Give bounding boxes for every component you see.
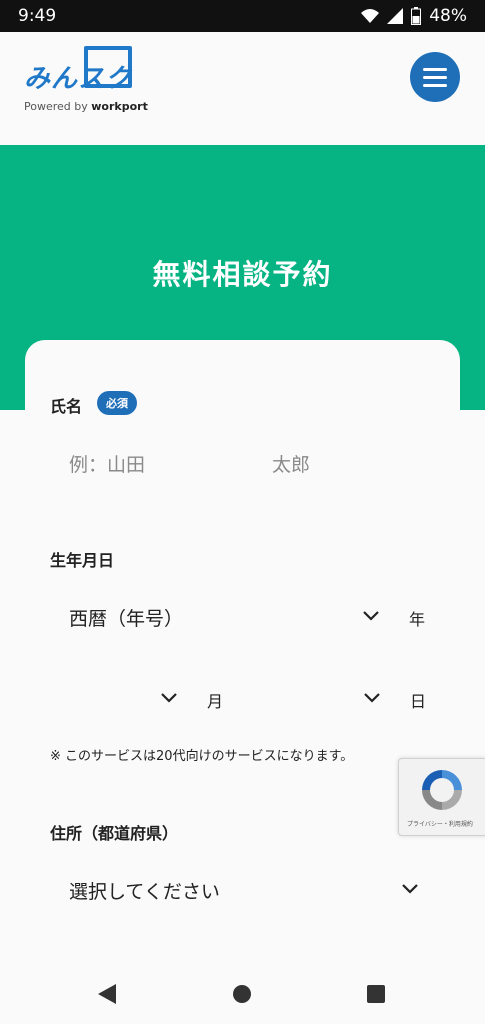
chevron-down-icon[interactable]: [161, 693, 177, 703]
month-unit-label: 月: [207, 692, 224, 711]
recent-apps-icon[interactable]: [367, 985, 385, 1003]
logo-subtitle: Powered by workport: [24, 100, 148, 113]
site-header: みんスク Powered by workport: [0, 32, 485, 145]
age-note: ※ このサービスは20代向けのサービスになります。: [50, 749, 354, 764]
required-badge: 必須: [97, 391, 137, 415]
cell-signal-icon: [387, 8, 404, 24]
battery-icon: [411, 7, 422, 25]
home-icon[interactable]: [233, 985, 251, 1003]
name-label: 氏名: [50, 397, 83, 416]
site-logo[interactable]: みんスク Powered by workport: [24, 44, 148, 114]
recaptcha-icon: [422, 770, 462, 810]
menu-icon-line: [423, 67, 447, 71]
back-icon[interactable]: [98, 984, 116, 1004]
chevron-down-icon[interactable]: [402, 884, 418, 894]
chevron-down-icon[interactable]: [363, 611, 379, 621]
wifi-icon: [361, 9, 380, 23]
first-name-input[interactable]: 太郎: [272, 450, 310, 477]
birthdate-label: 生年月日: [50, 551, 115, 570]
system-nav-bar: [0, 964, 485, 1024]
menu-icon-line: [423, 83, 447, 87]
last-name-input[interactable]: 例：山田: [69, 450, 145, 477]
recaptcha-privacy-link[interactable]: プライバシー・利用規約: [407, 819, 473, 828]
status-time: 9:49: [18, 6, 57, 26]
prefecture-select[interactable]: 選択してください: [69, 877, 220, 904]
year-unit-label: 年: [409, 610, 426, 629]
menu-icon-line: [423, 75, 447, 79]
hamburger-menu-button[interactable]: [410, 52, 460, 102]
status-bar: 9:49 48%: [0, 0, 485, 32]
logo-text: みんスク: [24, 64, 133, 94]
recaptcha-badge[interactable]: プライバシー・利用規約: [398, 758, 485, 836]
day-select[interactable]: [240, 665, 385, 715]
address-label: 住所（都道府県）: [50, 824, 179, 843]
chevron-down-icon[interactable]: [364, 693, 380, 703]
day-unit-label: 日: [410, 692, 427, 711]
page-title: 無料相談予約: [152, 258, 333, 291]
status-icons: 48%: [361, 6, 467, 26]
month-select[interactable]: [50, 665, 190, 715]
era-select[interactable]: 西暦（年号）: [69, 604, 183, 631]
battery-level: 48%: [429, 6, 467, 26]
